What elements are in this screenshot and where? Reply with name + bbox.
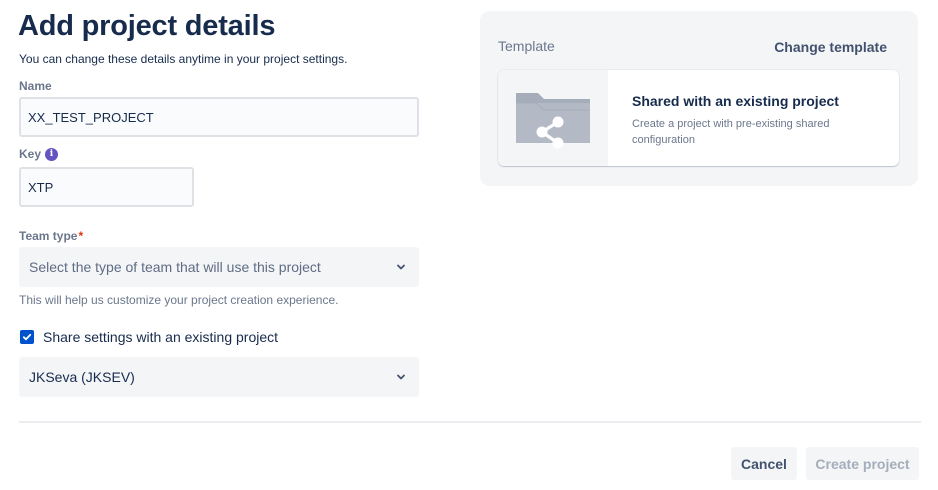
- footer-divider: [19, 421, 921, 423]
- key-input[interactable]: XTP: [19, 167, 194, 207]
- page-subtitle: You can change these details anytime in …: [19, 52, 348, 66]
- create-project-button[interactable]: Create project: [806, 447, 919, 480]
- team-type-label: Team type*: [19, 229, 84, 243]
- template-description: Create a project with pre-existing share…: [632, 118, 830, 146]
- create-project-page: Add project details You can change these…: [0, 0, 938, 490]
- team-type-select[interactable]: Select the type of team that will use th…: [19, 247, 419, 287]
- share-settings-checkbox[interactable]: [20, 330, 34, 344]
- change-template-button[interactable]: Change template: [774, 39, 887, 55]
- existing-project-select[interactable]: JKSeva (JKSEV): [19, 357, 419, 397]
- template-label: Template: [498, 38, 555, 54]
- existing-project-value: JKSeva (JKSEV): [29, 369, 135, 385]
- required-marker: *: [78, 229, 84, 243]
- team-type-helper: This will help us customize your project…: [19, 293, 339, 307]
- chevron-down-icon: [397, 374, 405, 380]
- share-settings-label: Share settings with an existing project: [43, 329, 279, 345]
- name-input[interactable]: XX_TEST_PROJECT: [19, 97, 419, 137]
- team-type-placeholder: Select the type of team that will use th…: [29, 259, 321, 275]
- page-title: Add project details: [18, 10, 276, 42]
- cancel-button[interactable]: Cancel: [731, 447, 797, 480]
- share-settings-row[interactable]: Share settings with an existing project: [20, 329, 278, 345]
- info-icon[interactable]: i: [45, 147, 59, 161]
- check-icon: [22, 333, 32, 341]
- template-thumbnail: [498, 70, 608, 166]
- key-label: Key i: [19, 147, 59, 161]
- template-panel: Template Change template Shared with an: [480, 11, 918, 186]
- shared-folder-icon: [516, 93, 590, 149]
- name-label: Name: [19, 79, 52, 93]
- template-name: Shared with an existing project: [632, 93, 839, 109]
- chevron-down-icon: [397, 264, 405, 270]
- template-card: Shared with an existing project Create a…: [498, 70, 899, 166]
